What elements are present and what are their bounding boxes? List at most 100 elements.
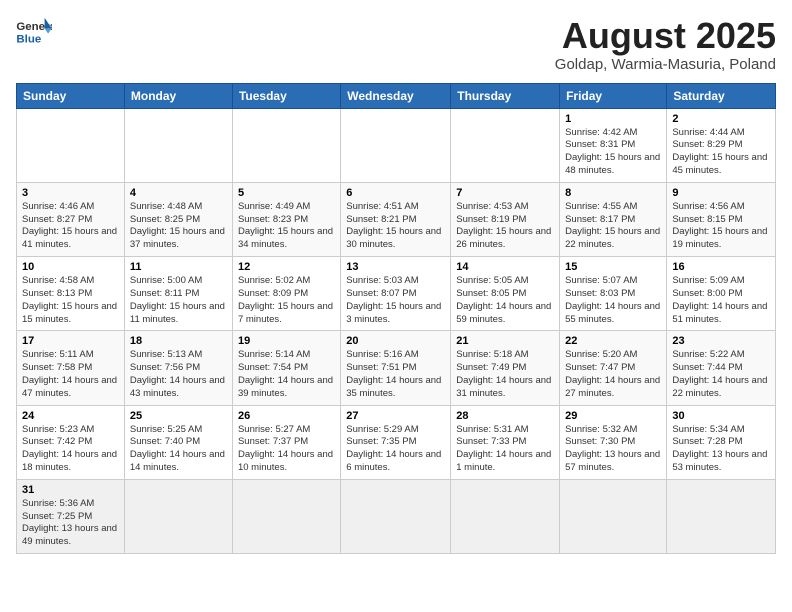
- day-info: Sunrise: 4:49 AM Sunset: 8:23 PM Dayligh…: [238, 201, 335, 252]
- day-number: 3: [22, 187, 119, 199]
- day-number: 2: [672, 113, 770, 125]
- day-info: Sunrise: 5:13 AM Sunset: 7:56 PM Dayligh…: [130, 349, 227, 400]
- calendar-cell: [451, 479, 560, 553]
- calendar-cell: 12Sunrise: 5:02 AM Sunset: 8:09 PM Dayli…: [232, 257, 340, 331]
- calendar-cell: 30 Sunrise: 5:34 AM Sunset: 7:28 PM Dayli…: [667, 405, 776, 479]
- calendar-week-2: 3Sunrise: 4:46 AM Sunset: 8:27 PM Daylig…: [17, 182, 776, 256]
- svg-text:Blue: Blue: [16, 33, 41, 45]
- day-number: 9: [672, 187, 770, 199]
- calendar-cell: 23 Sunrise: 5:22 AM Sunset: 7:44 PM Dayli…: [667, 331, 776, 405]
- calendar-cell: 25Sunrise: 5:25 AM Sunset: 7:40 PM Dayli…: [124, 405, 232, 479]
- day-number: 20: [346, 335, 445, 347]
- calendar-cell: 4 Sunrise: 4:48 AM Sunset: 8:25 PM Daylig…: [124, 182, 232, 256]
- calendar-cell: 28Sunrise: 5:31 AM Sunset: 7:33 PM Dayli…: [451, 405, 560, 479]
- day-number: 14: [456, 261, 554, 273]
- day-number: 28: [456, 410, 554, 422]
- day-info: Sunrise: 5:25 AM Sunset: 7:40 PM Dayligh…: [130, 424, 227, 475]
- day-number: 15: [565, 261, 661, 273]
- calendar-week-5: 24Sunrise: 5:23 AM Sunset: 7:42 PM Dayli…: [17, 405, 776, 479]
- calendar-cell: [667, 479, 776, 553]
- calendar-cell: 26 Sunrise: 5:27 AM Sunset: 7:37 PM Dayli…: [232, 405, 340, 479]
- calendar-cell: 6 Sunrise: 4:51 AM Sunset: 8:21 PM Daylig…: [341, 182, 451, 256]
- day-number: 13: [346, 261, 445, 273]
- day-number: 22: [565, 335, 661, 347]
- day-number: 16: [672, 261, 770, 273]
- day-info: Sunrise: 5:02 AM Sunset: 8:09 PM Dayligh…: [238, 275, 335, 326]
- calendar-cell: 2 Sunrise: 4:44 AM Sunset: 8:29 PM Daylig…: [667, 108, 776, 182]
- calendar-cell: 18Sunrise: 5:13 AM Sunset: 7:56 PM Dayli…: [124, 331, 232, 405]
- day-info: Sunrise: 5:11 AM Sunset: 7:58 PM Dayligh…: [22, 349, 119, 400]
- day-info: Sunrise: 5:03 AM Sunset: 8:07 PM Dayligh…: [346, 275, 445, 326]
- calendar-cell: 7Sunrise: 4:53 AM Sunset: 8:19 PM Daylig…: [451, 182, 560, 256]
- day-info: Sunrise: 5:22 AM Sunset: 7:44 PM Dayligh…: [672, 349, 770, 400]
- column-header-saturday: Saturday: [667, 83, 776, 108]
- day-info: Sunrise: 5:20 AM Sunset: 7:47 PM Dayligh…: [565, 349, 661, 400]
- calendar-cell: [124, 108, 232, 182]
- day-number: 19: [238, 335, 335, 347]
- logo-icon: General Blue: [16, 16, 52, 46]
- calendar-cell: 29 Sunrise: 5:32 AM Sunset: 7:30 PM Dayli…: [560, 405, 667, 479]
- day-info: Sunrise: 4:48 AM Sunset: 8:25 PM Dayligh…: [130, 201, 227, 252]
- column-header-monday: Monday: [124, 83, 232, 108]
- day-info: Sunrise: 5:18 AM Sunset: 7:49 PM Dayligh…: [456, 349, 554, 400]
- calendar-cell: [451, 108, 560, 182]
- column-header-tuesday: Tuesday: [232, 83, 340, 108]
- calendar-table: SundayMondayTuesdayWednesdayThursdayFrid…: [16, 83, 776, 555]
- day-info: Sunrise: 5:14 AM Sunset: 7:54 PM Dayligh…: [238, 349, 335, 400]
- calendar-cell: 14Sunrise: 5:05 AM Sunset: 8:05 PM Dayli…: [451, 257, 560, 331]
- day-number: 11: [130, 261, 227, 273]
- day-info: Sunrise: 5:32 AM Sunset: 7:30 PM Dayligh…: [565, 424, 661, 475]
- day-number: 23: [672, 335, 770, 347]
- calendar-cell: 15 Sunrise: 5:07 AM Sunset: 8:03 PM Dayli…: [560, 257, 667, 331]
- calendar-cell: [341, 108, 451, 182]
- calendar-cell: 31Sunrise: 5:36 AM Sunset: 7:25 PM Dayli…: [17, 479, 125, 553]
- day-info: Sunrise: 5:16 AM Sunset: 7:51 PM Dayligh…: [346, 349, 445, 400]
- calendar-cell: 17Sunrise: 5:11 AM Sunset: 7:58 PM Dayli…: [17, 331, 125, 405]
- calendar-cell: 19 Sunrise: 5:14 AM Sunset: 7:54 PM Dayli…: [232, 331, 340, 405]
- calendar-cell: [17, 108, 125, 182]
- title-block: August 2025 Goldap, Warmia-Masuria, Pola…: [555, 16, 776, 73]
- calendar-cell: 8Sunrise: 4:55 AM Sunset: 8:17 PM Daylig…: [560, 182, 667, 256]
- day-number: 26: [238, 410, 335, 422]
- calendar-week-6: 31Sunrise: 5:36 AM Sunset: 7:25 PM Dayli…: [17, 479, 776, 553]
- day-number: 30: [672, 410, 770, 422]
- calendar-cell: [560, 479, 667, 553]
- day-info: Sunrise: 5:23 AM Sunset: 7:42 PM Dayligh…: [22, 424, 119, 475]
- day-number: 5: [238, 187, 335, 199]
- day-number: 4: [130, 187, 227, 199]
- calendar-cell: [341, 479, 451, 553]
- page-header: General Blue August 2025 Goldap, Warmia-…: [16, 16, 776, 73]
- day-info: Sunrise: 4:44 AM Sunset: 8:29 PM Dayligh…: [672, 127, 770, 178]
- calendar-cell: [232, 479, 340, 553]
- day-info: Sunrise: 5:27 AM Sunset: 7:37 PM Dayligh…: [238, 424, 335, 475]
- day-info: Sunrise: 4:42 AM Sunset: 8:31 PM Dayligh…: [565, 127, 661, 178]
- day-info: Sunrise: 4:51 AM Sunset: 8:21 PM Dayligh…: [346, 201, 445, 252]
- day-number: 6: [346, 187, 445, 199]
- logo: General Blue: [16, 16, 52, 46]
- day-number: 27: [346, 410, 445, 422]
- day-info: Sunrise: 5:07 AM Sunset: 8:03 PM Dayligh…: [565, 275, 661, 326]
- day-info: Sunrise: 4:53 AM Sunset: 8:19 PM Dayligh…: [456, 201, 554, 252]
- day-info: Sunrise: 5:09 AM Sunset: 8:00 PM Dayligh…: [672, 275, 770, 326]
- calendar-cell: 11Sunrise: 5:00 AM Sunset: 8:11 PM Dayli…: [124, 257, 232, 331]
- calendar-week-1: 1 Sunrise: 4:42 AM Sunset: 8:31 PM Daylig…: [17, 108, 776, 182]
- calendar-header-row: SundayMondayTuesdayWednesdayThursdayFrid…: [17, 83, 776, 108]
- day-info: Sunrise: 5:34 AM Sunset: 7:28 PM Dayligh…: [672, 424, 770, 475]
- day-info: Sunrise: 5:36 AM Sunset: 7:25 PM Dayligh…: [22, 498, 119, 549]
- day-info: Sunrise: 5:29 AM Sunset: 7:35 PM Dayligh…: [346, 424, 445, 475]
- calendar-cell: 24Sunrise: 5:23 AM Sunset: 7:42 PM Dayli…: [17, 405, 125, 479]
- calendar-cell: 21Sunrise: 5:18 AM Sunset: 7:49 PM Dayli…: [451, 331, 560, 405]
- day-number: 8: [565, 187, 661, 199]
- calendar-cell: 10Sunrise: 4:58 AM Sunset: 8:13 PM Dayli…: [17, 257, 125, 331]
- column-header-thursday: Thursday: [451, 83, 560, 108]
- calendar-cell: [124, 479, 232, 553]
- calendar-cell: 27 Sunrise: 5:29 AM Sunset: 7:35 PM Dayli…: [341, 405, 451, 479]
- column-header-wednesday: Wednesday: [341, 83, 451, 108]
- column-header-friday: Friday: [560, 83, 667, 108]
- calendar-cell: [232, 108, 340, 182]
- day-number: 1: [565, 113, 661, 125]
- calendar-cell: 9Sunrise: 4:56 AM Sunset: 8:15 PM Daylig…: [667, 182, 776, 256]
- calendar-cell: 22 Sunrise: 5:20 AM Sunset: 7:47 PM Dayli…: [560, 331, 667, 405]
- calendar-week-4: 17Sunrise: 5:11 AM Sunset: 7:58 PM Dayli…: [17, 331, 776, 405]
- day-number: 29: [565, 410, 661, 422]
